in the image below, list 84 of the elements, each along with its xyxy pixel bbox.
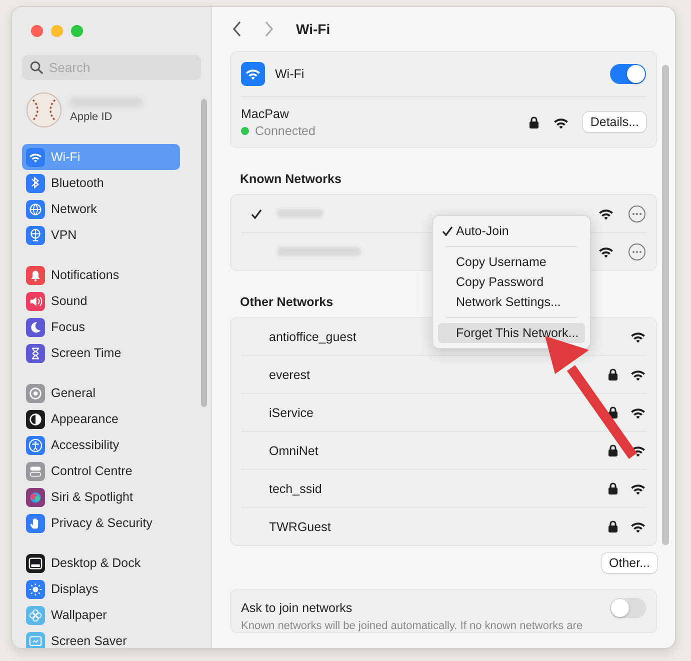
setting-description: Known networks will be joined automatically. If no known networks are [241,620,584,632]
wifi-icon [598,245,614,258]
menu-item[interactable]: Copy Password [438,272,585,292]
wifi-icon [630,330,646,343]
other-button[interactable]: Other... [602,553,657,573]
bell-icon [26,266,45,284]
network-row[interactable]: tech_ssid [241,470,646,508]
wifi-icon [598,207,614,220]
sidebar-item[interactable]: Accessibility [22,432,180,458]
menu-item[interactable]: Auto-Join [438,221,585,241]
sidebar-item[interactable]: Desktop & Dock [22,550,180,576]
sidebar-item[interactable]: Control Centre [22,458,180,484]
sidebar-item[interactable]: Privacy & Security [22,510,180,536]
more-icon[interactable] [628,204,646,222]
wifi-icon [241,62,265,86]
sidebar-item[interactable]: Appearance [22,406,180,432]
sidebar-item[interactable]: Sound [22,288,180,314]
hand-icon [26,514,45,532]
status-dot-icon [241,126,249,134]
close-button[interactable] [31,25,43,37]
window-title: Wi-Fi [296,21,330,37]
person-icon [26,436,45,454]
menu-item[interactable]: Copy Username [438,252,585,272]
menu-item[interactable]: Forget This Network... [438,323,585,343]
more-icon[interactable] [628,242,646,260]
wifi-icon [630,482,646,495]
contrast-icon [26,410,45,428]
sidebar-item[interactable]: Siri & Spotlight [22,484,180,510]
forward-icon [264,21,274,37]
sidebar-item[interactable]: Notifications [22,262,180,288]
moon-icon [26,318,45,336]
avatar-icon [26,92,62,128]
sidebar-item[interactable]: VPN [22,222,180,248]
scroll-bar[interactable] [201,99,207,407]
hourglass-icon [26,344,45,362]
scroll-bar[interactable] [662,65,669,545]
menu-item[interactable]: Network Settings... [438,292,585,312]
sidebar-item[interactable]: Focus [22,314,180,340]
network-name: MacPaw [241,106,290,120]
network-name: TWRGuest [269,520,331,534]
minimize-button[interactable] [51,25,63,37]
orb-icon [26,488,45,506]
connection-status: Connected [255,124,316,138]
sidebar-item[interactable]: Network [22,196,180,222]
network-row[interactable]: TWRGuest [241,508,646,545]
zoom-button[interactable] [71,25,83,37]
wifi-label: Wi-Fi [275,67,304,81]
bluetooth-icon [26,174,45,192]
globe-icon [26,200,45,218]
network-name: everest [269,368,310,382]
network-name: OmniNet [269,444,318,458]
network-name: tech_ssid [269,482,322,496]
switches-icon [26,462,45,480]
sun-icon [26,580,45,598]
network-row[interactable]: iService [241,394,646,432]
network-row[interactable]: OmniNet [241,432,646,470]
sidebar-item[interactable]: Screen Time [22,340,180,366]
wifi-icon [630,406,646,419]
sidebar-item[interactable]: Bluetooth [22,170,180,196]
dock-icon [26,554,45,572]
sidebar-item[interactable]: Wallpaper [22,602,180,628]
wifi-icon [630,368,646,381]
wifi-icon [630,520,646,533]
flower-icon [26,606,45,624]
sidebar-item[interactable]: General [22,380,180,406]
network-name: iService [269,406,314,420]
back-icon [232,21,242,37]
network-name: antioffice_guest [269,330,356,344]
gear-icon [26,384,45,402]
speaker-icon [26,292,45,310]
account-subtitle: Apple ID [70,110,114,122]
section-heading: Other Networks [240,295,334,309]
wifi-icon [553,116,570,128]
search-icon [30,61,43,74]
checkmark-icon [442,226,453,236]
globe-icon [26,226,45,244]
setting-label: Ask to join networks [241,601,352,615]
section-heading: Known Networks [240,172,342,186]
wifi-toggle[interactable] [610,64,646,84]
sidebar-item[interactable]: Screen Saver [22,628,180,648]
ask-toggle[interactable] [610,598,646,618]
sidebar-item[interactable]: Displays [22,576,180,602]
wifi-icon [26,148,45,166]
details-button[interactable]: Details... [583,112,646,132]
